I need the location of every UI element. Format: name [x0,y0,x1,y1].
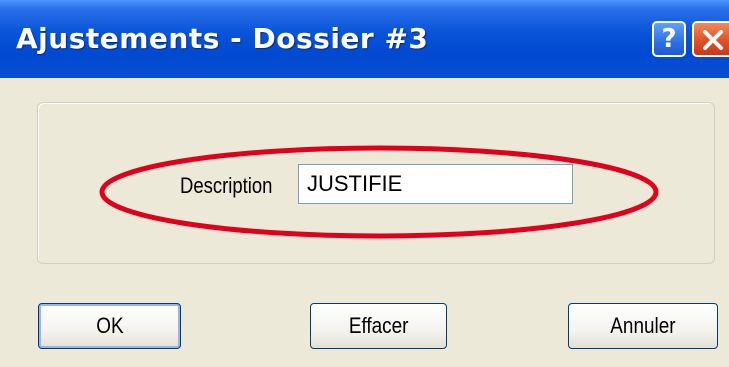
cancel-button[interactable]: Annuler [568,303,718,349]
title-bar[interactable]: Ajustements - Dossier #3 ? [0,0,729,78]
close-button[interactable] [692,21,729,57]
close-x-icon [703,30,723,50]
help-button[interactable]: ? [652,21,686,57]
ok-button[interactable]: OK [38,303,181,349]
dialog-window: Ajustements - Dossier #3 ? Description O… [0,0,729,367]
window-title: Ajustements - Dossier #3 [16,22,429,55]
question-mark-icon: ? [661,24,677,54]
clear-button[interactable]: Effacer [310,303,447,349]
cancel-button-label: Annuler [610,313,676,338]
clear-button-label: Effacer [348,313,409,338]
highlight-ellipse [99,145,659,239]
ok-button-label: OK [95,313,124,338]
